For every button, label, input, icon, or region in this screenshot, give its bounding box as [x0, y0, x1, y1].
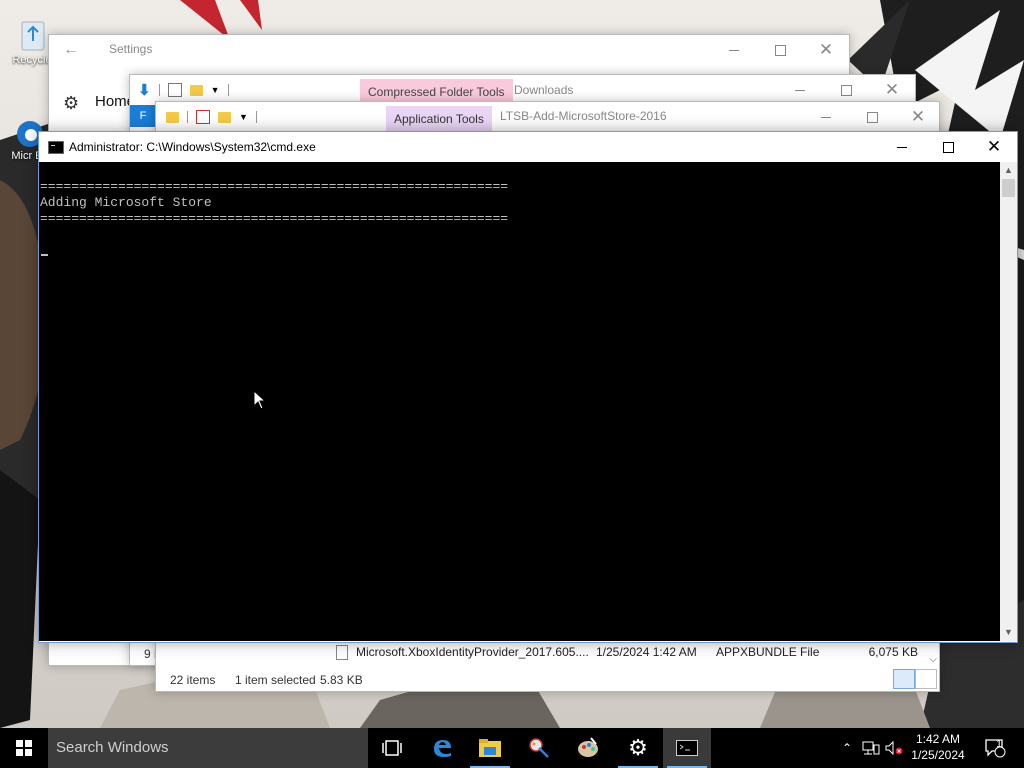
clock-date: 1/25/2024 — [911, 748, 965, 762]
file-type: APPXBUNDLE File — [716, 645, 820, 659]
divider — [255, 111, 257, 123]
details-view-button[interactable] — [893, 669, 915, 689]
file-list-row[interactable]: Microsoft.XboxIdentityProvider_2017.605.… — [336, 643, 936, 661]
file-size: 6,075 KB — [868, 645, 918, 659]
volume-muted-icon — [885, 741, 903, 755]
action-center-button[interactable]: 1 — [980, 728, 1010, 768]
status-bar: 22 items 1 item selected 5.83 KB — [156, 670, 939, 690]
folder-icon — [166, 111, 179, 123]
scrollbar-thumb[interactable] — [1002, 179, 1015, 197]
console-line: Adding Microsoft Store — [40, 195, 212, 210]
windows-logo-icon — [16, 740, 32, 756]
cmd-titlebar[interactable]: Administrator: C:\Windows\System32\cmd.e… — [39, 132, 1017, 161]
taskbar-edge-button[interactable] — [418, 728, 466, 768]
chevron-down-icon[interactable]: ▼ — [239, 112, 248, 122]
large-icons-view-button[interactable] — [915, 669, 937, 689]
close-button[interactable]: ✕ — [895, 102, 941, 132]
minimize-button[interactable] — [803, 102, 849, 132]
chevron-down-icon[interactable]: ▼ — [211, 85, 220, 95]
show-hidden-icons-button[interactable]: ⌃ — [838, 728, 856, 768]
command-prompt-icon — [48, 141, 64, 154]
network-button[interactable] — [860, 728, 882, 768]
ltsb-title: LTSB-Add-MicrosoftStore-2016 — [500, 109, 667, 123]
scroll-up-icon[interactable]: ▲ — [1000, 162, 1017, 179]
properties-icon[interactable] — [196, 110, 210, 124]
vertical-scrollbar[interactable]: ▲ ▼ — [1000, 162, 1017, 641]
clock[interactable]: 1:42 AM 1/25/2024 — [904, 731, 972, 763]
mouse-pointer-icon — [253, 390, 267, 410]
edge-icon — [434, 740, 451, 757]
settings-title: Settings — [109, 42, 153, 56]
file-explorer-icon — [479, 739, 501, 757]
quick-access-toolbar: ▼ — [166, 108, 257, 126]
gear-icon: ⚙ — [63, 93, 80, 113]
tab-application-tools[interactable]: Application Tools — [386, 106, 492, 132]
desktop-icon-label: Recycle — [12, 54, 52, 66]
taskbar-paint-button[interactable] — [515, 728, 563, 768]
taskbar-cmd-button[interactable] — [663, 728, 711, 768]
maximize-button[interactable] — [849, 102, 895, 132]
task-view-button[interactable] — [368, 728, 416, 768]
taskbar-file-explorer-button[interactable] — [466, 728, 514, 768]
paint-icon — [529, 738, 549, 758]
close-button[interactable]: ✕ — [803, 35, 849, 65]
back-arrow-icon[interactable]: ← — [63, 41, 79, 59]
network-icon — [862, 741, 880, 755]
console-line: ========================================… — [40, 179, 509, 194]
maximize-button[interactable] — [757, 35, 803, 65]
scroll-down-button[interactable]: ⌵ — [929, 654, 937, 665]
minimize-button[interactable] — [879, 132, 925, 162]
divider — [227, 84, 229, 96]
status-selected: 1 item selected — [235, 673, 316, 687]
divider — [187, 111, 188, 123]
command-prompt-icon — [676, 740, 698, 756]
clock-time: 1:42 AM — [915, 732, 961, 746]
ltsb-titlebar[interactable]: ▼ Application Tools LTSB-Add-MicrosoftSt… — [156, 102, 939, 132]
settings-gear-icon: ⚙ — [628, 735, 648, 760]
file-icon — [336, 644, 348, 660]
search-box[interactable]: Search Windows — [48, 728, 368, 768]
new-folder-icon[interactable] — [218, 111, 231, 123]
minimize-button[interactable] — [711, 35, 757, 65]
tab-file[interactable]: F — [130, 105, 156, 127]
taskbar: Search Windows ⚙ ⌃ 1:42 AM 1/25/2024 1 — [0, 728, 1024, 768]
quick-access-toolbar: ⬇ ▼ — [138, 81, 229, 99]
text-cursor — [41, 254, 48, 256]
chevron-up-icon: ⌃ — [841, 741, 853, 755]
taskbar-paint-palette-button[interactable] — [564, 728, 612, 768]
status-selected-size: 5.83 KB — [320, 673, 363, 687]
new-folder-icon[interactable] — [189, 84, 203, 96]
start-button[interactable] — [0, 728, 48, 768]
download-arrow-icon: ⬇ — [138, 82, 151, 99]
file-date: 1/25/2024 1:42 AM — [596, 645, 697, 659]
close-button[interactable]: ✕ — [971, 132, 1017, 162]
notification-count: 1 — [996, 739, 1002, 750]
properties-icon[interactable] — [167, 83, 182, 97]
taskbar-settings-button[interactable]: ⚙ — [614, 728, 662, 768]
recycle-bin-icon — [21, 21, 45, 51]
scroll-down-icon[interactable]: ▼ — [1000, 624, 1017, 641]
maximize-button[interactable] — [925, 132, 971, 162]
cmd-title: Administrator: C:\Windows\System32\cmd.e… — [69, 140, 316, 154]
file-name: Microsoft.XboxIdentityProvider_2017.605.… — [356, 645, 589, 659]
console-output[interactable]: ========================================… — [39, 162, 1000, 641]
settings-titlebar[interactable]: ← Settings ✕ — [49, 35, 849, 65]
volume-button[interactable] — [884, 728, 904, 768]
paint-palette-icon — [578, 737, 598, 757]
downloads-title: Downloads — [514, 83, 574, 97]
console-line: ========================================… — [40, 211, 509, 226]
divider — [158, 84, 160, 96]
status-item-count: 22 items — [170, 673, 216, 687]
task-view-icon — [382, 740, 402, 756]
cmd-window[interactable]: Administrator: C:\Windows\System32\cmd.e… — [38, 131, 1018, 643]
